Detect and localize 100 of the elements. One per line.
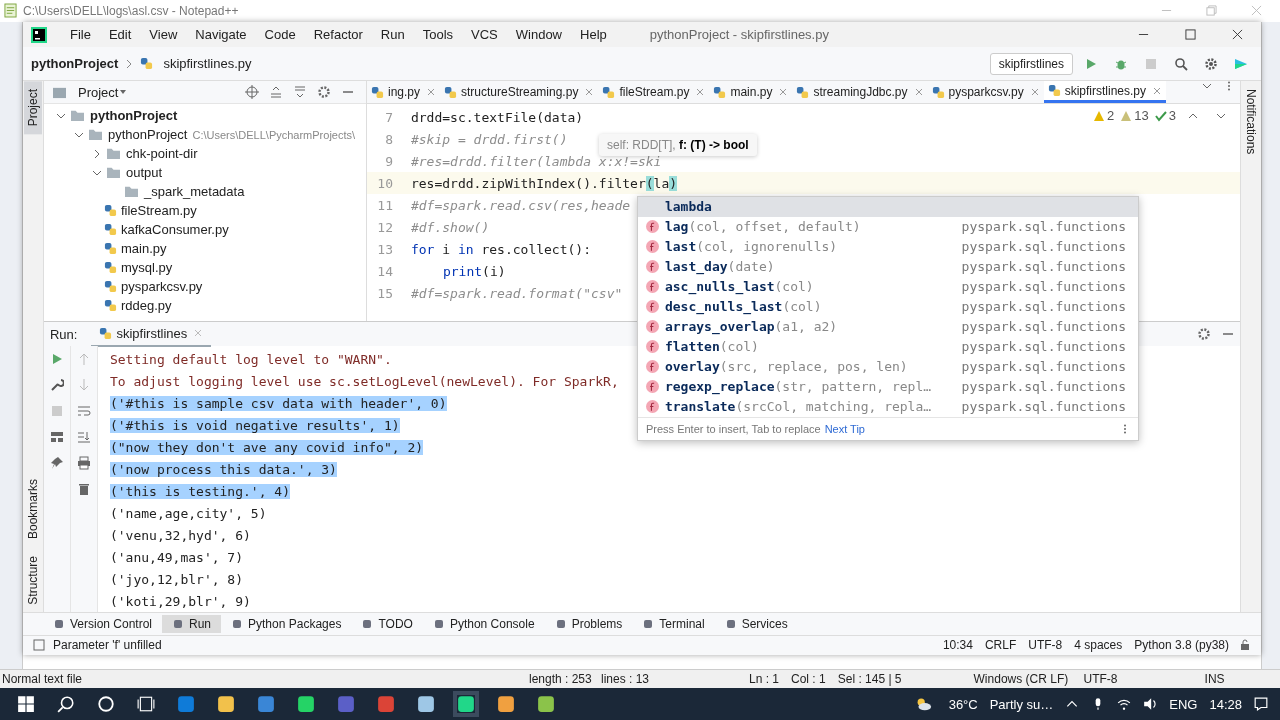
tree-item[interactable]: pysparkcsv.py [120, 279, 203, 295]
line-number: 8 [384, 131, 393, 147]
code-line: res=drdd.zipWithIndex().filter(la) [410, 175, 678, 191]
status-item: UTF-8 [1083, 672, 1119, 687]
completion-item[interactable]: lag(col, offset, default) pyspark.sql.functions [637, 216, 1138, 237]
code-line: #df.show() [410, 219, 490, 235]
editor-tab[interactable]: pysparkcsv.py [927, 81, 1044, 104]
tool-window-tab[interactable]: Project [23, 81, 42, 135]
editor-tab[interactable]: skipfirstlines.py [1043, 81, 1166, 104]
status-item[interactable]: CRLF [982, 638, 1019, 653]
path-text: C:\Users\DELL\PycharmProjects\ [192, 128, 356, 141]
status-item: Windows (CR LF) [973, 672, 1070, 687]
console-line: ('koti,29,blr', 9) [109, 593, 251, 609]
status-item: INS [1204, 672, 1225, 687]
weather-text[interactable]: Partly su… [989, 696, 1054, 712]
menu-item[interactable]: Window [506, 27, 571, 43]
completion-item[interactable]: desc_nulls_last(col) pyspark.sql.functions [637, 296, 1138, 317]
code-line: print(i) [441, 263, 506, 279]
run-configuration-dropdown[interactable]: skipfirstlines [989, 52, 1074, 75]
menu-item[interactable]: Navigate [186, 27, 256, 43]
breadcrumb-item[interactable]: pythonProject [30, 56, 119, 72]
tool-window-tab[interactable]: Notifications [1242, 81, 1261, 163]
tool-window-tab[interactable]: Python Packages [221, 614, 352, 633]
line-number: 15 [376, 285, 393, 301]
tree-item[interactable]: mysql.py [120, 260, 173, 276]
status-item[interactable]: UTF-8 [1026, 638, 1065, 653]
line-number: 10 [376, 175, 393, 191]
editor-tab[interactable]: main.py [709, 81, 793, 104]
status-item[interactable]: 10:34 [940, 638, 975, 653]
menu-item[interactable]: Help [571, 27, 616, 43]
tree-item[interactable]: pythonProject [89, 108, 178, 124]
panel-title[interactable]: Project [77, 84, 119, 100]
menu-item[interactable]: Code [255, 27, 305, 43]
editor-tab[interactable]: fileStream.py [598, 81, 710, 104]
menu-item[interactable]: Edit [99, 27, 141, 43]
tool-window-tab[interactable]: Structure [23, 547, 42, 613]
status-item: Col : 1 [791, 672, 826, 687]
menu-item[interactable]: File [60, 27, 100, 43]
parameter-hint: self: RDD[T], f: (T) -> bool [598, 133, 757, 156]
tree-item[interactable]: chk-point-dir [125, 146, 198, 162]
tree-item[interactable]: main.py [120, 241, 167, 257]
editor-tab[interactable]: ing.py [366, 81, 440, 104]
menu-item[interactable]: Run [371, 27, 414, 43]
tree-item[interactable]: pythonProject [107, 127, 188, 143]
console-tab[interactable]: skipfirstlines [91, 321, 212, 348]
status-item[interactable]: Python 3.8 (py38) [1132, 638, 1232, 653]
tree-item[interactable]: rddeg.py [120, 298, 172, 314]
console-line: ('name,age,city', 5) [109, 505, 267, 521]
tool-window-tab[interactable]: Run [162, 614, 222, 633]
completion-item[interactable]: asc_nulls_last(col) pyspark.sql.functions [637, 276, 1138, 297]
tool-window-tab[interactable]: Services [714, 614, 798, 633]
status-message: Parameter 'f' unfilled [52, 638, 162, 653]
inspection-count[interactable]: 2 [1093, 108, 1115, 124]
temperature-text[interactable]: 36°C [948, 696, 978, 712]
line-number: 9 [384, 153, 393, 169]
status-item: Sel : 145 | 5 [837, 672, 902, 687]
menu-item[interactable]: View [140, 27, 187, 43]
tree-item[interactable]: kafkaConsumer.py [120, 222, 229, 238]
inspection-count[interactable]: 3 [1154, 108, 1177, 124]
language-indicator[interactable]: ENG [1169, 696, 1198, 712]
tool-window-tab[interactable]: Terminal [632, 614, 715, 633]
tool-window-tab[interactable]: TODO [351, 614, 423, 633]
tool-window-tab[interactable]: Problems [544, 614, 633, 633]
editor-tab[interactable]: structureStreaming.py [440, 81, 599, 104]
completion-item[interactable]: translate(srcCol, matching, repla… pyspark.sql.functions [637, 396, 1138, 417]
line-number: 11 [376, 197, 393, 213]
tool-window-tab[interactable]: Version Control [42, 614, 162, 633]
tree-item[interactable]: _spark_metadata [143, 184, 245, 200]
line-number: 7 [384, 109, 393, 125]
menu-item[interactable]: Refactor [304, 27, 372, 43]
menu-item[interactable]: VCS [462, 27, 507, 43]
tree-item[interactable]: fileStream.py [120, 203, 197, 219]
breadcrumb-item[interactable]: skipfirstlines.py [163, 56, 252, 72]
completion-item[interactable]: last(col, ignorenulls) pyspark.sql.functions [637, 236, 1138, 257]
status-item: Ln : 1 [749, 672, 780, 687]
status-item: Normal text file [1, 672, 84, 687]
popup-hint: Press Enter to insert, Tab to replace [645, 422, 821, 435]
menu-item[interactable]: Tools [413, 27, 463, 43]
completion-item[interactable]: lambda [637, 196, 1138, 217]
code-line: drdd=sc.textFile(data) [410, 109, 584, 125]
completion-item[interactable]: flatten(col) pyspark.sql.functions [637, 336, 1138, 357]
console-line: ('venu,32,hyd', 6) [109, 527, 251, 543]
tool-window-tab[interactable]: Bookmarks [23, 471, 42, 548]
next-tip-link[interactable]: Next Tip [824, 422, 865, 435]
completion-item[interactable]: regexp_replace(str, pattern, repl… pyspark.sql.functions [637, 376, 1138, 397]
completion-item[interactable]: arrays_overlap(a1, a2) pyspark.sql.functions [637, 316, 1138, 337]
status-item[interactable]: 4 spaces [1072, 638, 1125, 653]
editor-tab[interactable]: streamingJdbc.py [792, 81, 928, 104]
completion-item[interactable]: overlay(src, replace, pos, len) pyspark.sql.functions [637, 356, 1138, 377]
tool-window-tab[interactable]: Python Console [422, 614, 545, 633]
inspection-count[interactable]: 13 [1120, 108, 1149, 124]
clock-text[interactable]: 14:28 [1209, 696, 1242, 712]
console-line: Setting default log level to "WARN". [109, 351, 392, 367]
window-title: C:\Users\DELL\logs\asl.csv - Notepad++ [23, 4, 239, 18]
tree-item[interactable]: output [125, 165, 163, 181]
console-line: To adjust logging level use sc.setLogLevel(newLevel). For SparkR, [109, 373, 619, 389]
window-title: pythonProject - skipfirstlines.py [649, 27, 829, 43]
code-line: #skip = drdd.first() [410, 131, 568, 147]
completion-item[interactable]: last_day(date) pyspark.sql.functions [637, 256, 1138, 277]
status-item: length : 253 [529, 672, 593, 687]
